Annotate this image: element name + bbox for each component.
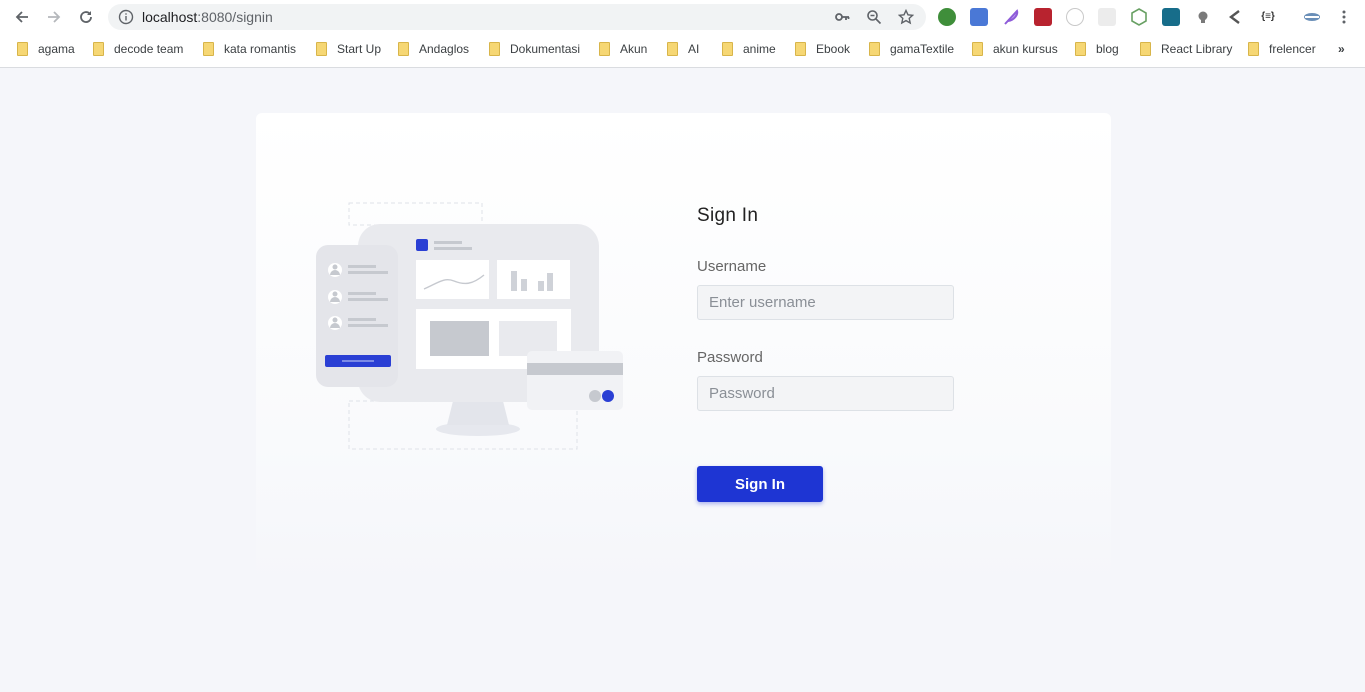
bookmark-folder[interactable]: akun kursus <box>972 40 1058 58</box>
bookmark-label: AI <box>688 42 700 56</box>
arrow-right-icon <box>48 11 61 23</box>
bookmark-folder[interactable]: Andaglos <box>398 40 469 58</box>
nodejs-icon[interactable] <box>1130 8 1148 26</box>
zoom-icon[interactable] <box>866 9 882 25</box>
folder-icon <box>1140 42 1151 56</box>
signin-card: Sign In Username Password Sign In <box>256 113 1111 583</box>
bookmark-label: Akun <box>620 42 648 56</box>
browser-toolbar: localhost:8080/signin {≡} <box>0 0 1365 34</box>
bookmark-folder[interactable]: anime <box>722 40 776 58</box>
reload-icon <box>80 11 92 23</box>
bookmark-folder[interactable]: AI <box>667 40 699 58</box>
bookmark-folder[interactable]: Dokumentasi <box>489 40 580 58</box>
bookmark-label: agama <box>38 42 75 56</box>
bookmarks-overflow-button[interactable]: » <box>1338 40 1345 58</box>
bookmark-label: gamaTextile <box>890 42 955 56</box>
translate-icon[interactable] <box>970 8 988 26</box>
bookmark-folder[interactable]: frelencer <box>1248 40 1316 58</box>
folder-icon <box>398 42 409 56</box>
info-icon[interactable] <box>118 9 134 25</box>
dashboard-illustration <box>316 202 623 450</box>
signin-title: Sign In <box>697 205 759 226</box>
password-input[interactable] <box>697 376 954 411</box>
forward-button[interactable] <box>43 6 65 28</box>
key-icon[interactable] <box>834 9 850 25</box>
folder-icon <box>203 42 214 56</box>
address-bar[interactable]: localhost:8080/signin <box>108 4 926 30</box>
bookmark-label: Ebook <box>816 42 851 56</box>
bookmark-folder[interactable]: React Library <box>1140 40 1232 58</box>
bookmark-folder[interactable]: Start Up <box>316 40 381 58</box>
bookmarks-bar: agama decode team kata romantis Start Up… <box>0 36 1365 62</box>
folder-icon <box>869 42 880 56</box>
bookmark-folder[interactable]: Ebook <box>795 40 850 58</box>
folder-icon <box>795 42 806 56</box>
folder-icon <box>972 42 983 56</box>
star-icon[interactable] <box>898 9 914 25</box>
menu-button[interactable] <box>1333 6 1355 28</box>
folder-icon <box>667 42 678 56</box>
folder-icon <box>599 42 610 56</box>
bookmark-label: blog <box>1096 42 1119 56</box>
bookmark-label: anime <box>743 42 776 56</box>
arrow-left-icon <box>15 11 28 23</box>
username-label: Username <box>697 258 767 275</box>
bookmark-label: akun kursus <box>993 42 1058 56</box>
folder-icon <box>93 42 104 56</box>
bookmark-label: Andaglos <box>419 42 470 56</box>
url-host: localhost <box>142 9 198 25</box>
board-icon[interactable] <box>1162 8 1180 26</box>
bookmark-folder[interactable]: Akun <box>599 40 647 58</box>
password-label: Password <box>697 349 763 366</box>
browser-chrome: localhost:8080/signin {≡} agama decode t… <box>0 0 1365 68</box>
bookmark-label: kata romantis <box>224 42 297 56</box>
bookmark-label: Dokumentasi <box>510 42 581 56</box>
bookmark-label: Start Up <box>337 42 382 56</box>
back-button[interactable] <box>11 6 33 28</box>
extension-globe-icon[interactable] <box>938 8 956 26</box>
more-vert-icon <box>1342 10 1346 24</box>
folder-icon <box>1075 42 1086 56</box>
bookmark-label: decode team <box>114 42 184 56</box>
feather-icon[interactable] <box>1002 8 1020 26</box>
url-path: :8080/signin <box>197 9 273 25</box>
folder-icon <box>722 42 733 56</box>
grid-extension-icon[interactable] <box>1098 8 1116 26</box>
bookmark-folder[interactable]: blog <box>1075 40 1119 58</box>
bookmark-folder[interactable]: kata romantis <box>203 40 296 58</box>
bookmark-folder[interactable]: gamaTextile <box>869 40 954 58</box>
folder-icon <box>316 42 327 56</box>
folder-icon <box>489 42 500 56</box>
bookmark-folder[interactable]: decode team <box>93 40 183 58</box>
bookmark-folder[interactable]: agama <box>17 40 75 58</box>
target-icon[interactable] <box>1066 8 1084 26</box>
json-icon[interactable]: {≡} <box>1258 8 1278 26</box>
folder-icon <box>1248 42 1259 56</box>
folder-icon <box>17 42 28 56</box>
arrow-extension-icon[interactable] <box>1226 8 1244 26</box>
profile-icon[interactable] <box>1303 8 1321 26</box>
mendeley-icon[interactable] <box>1034 8 1052 26</box>
username-input[interactable] <box>697 285 954 320</box>
reload-button[interactable] <box>75 6 97 28</box>
bulb-icon[interactable] <box>1194 8 1212 26</box>
url-text[interactable]: localhost:8080/signin <box>142 9 273 25</box>
bookmark-label: frelencer <box>1269 42 1316 56</box>
bookmark-label: React Library <box>1161 42 1233 56</box>
signin-button[interactable]: Sign In <box>697 466 823 502</box>
